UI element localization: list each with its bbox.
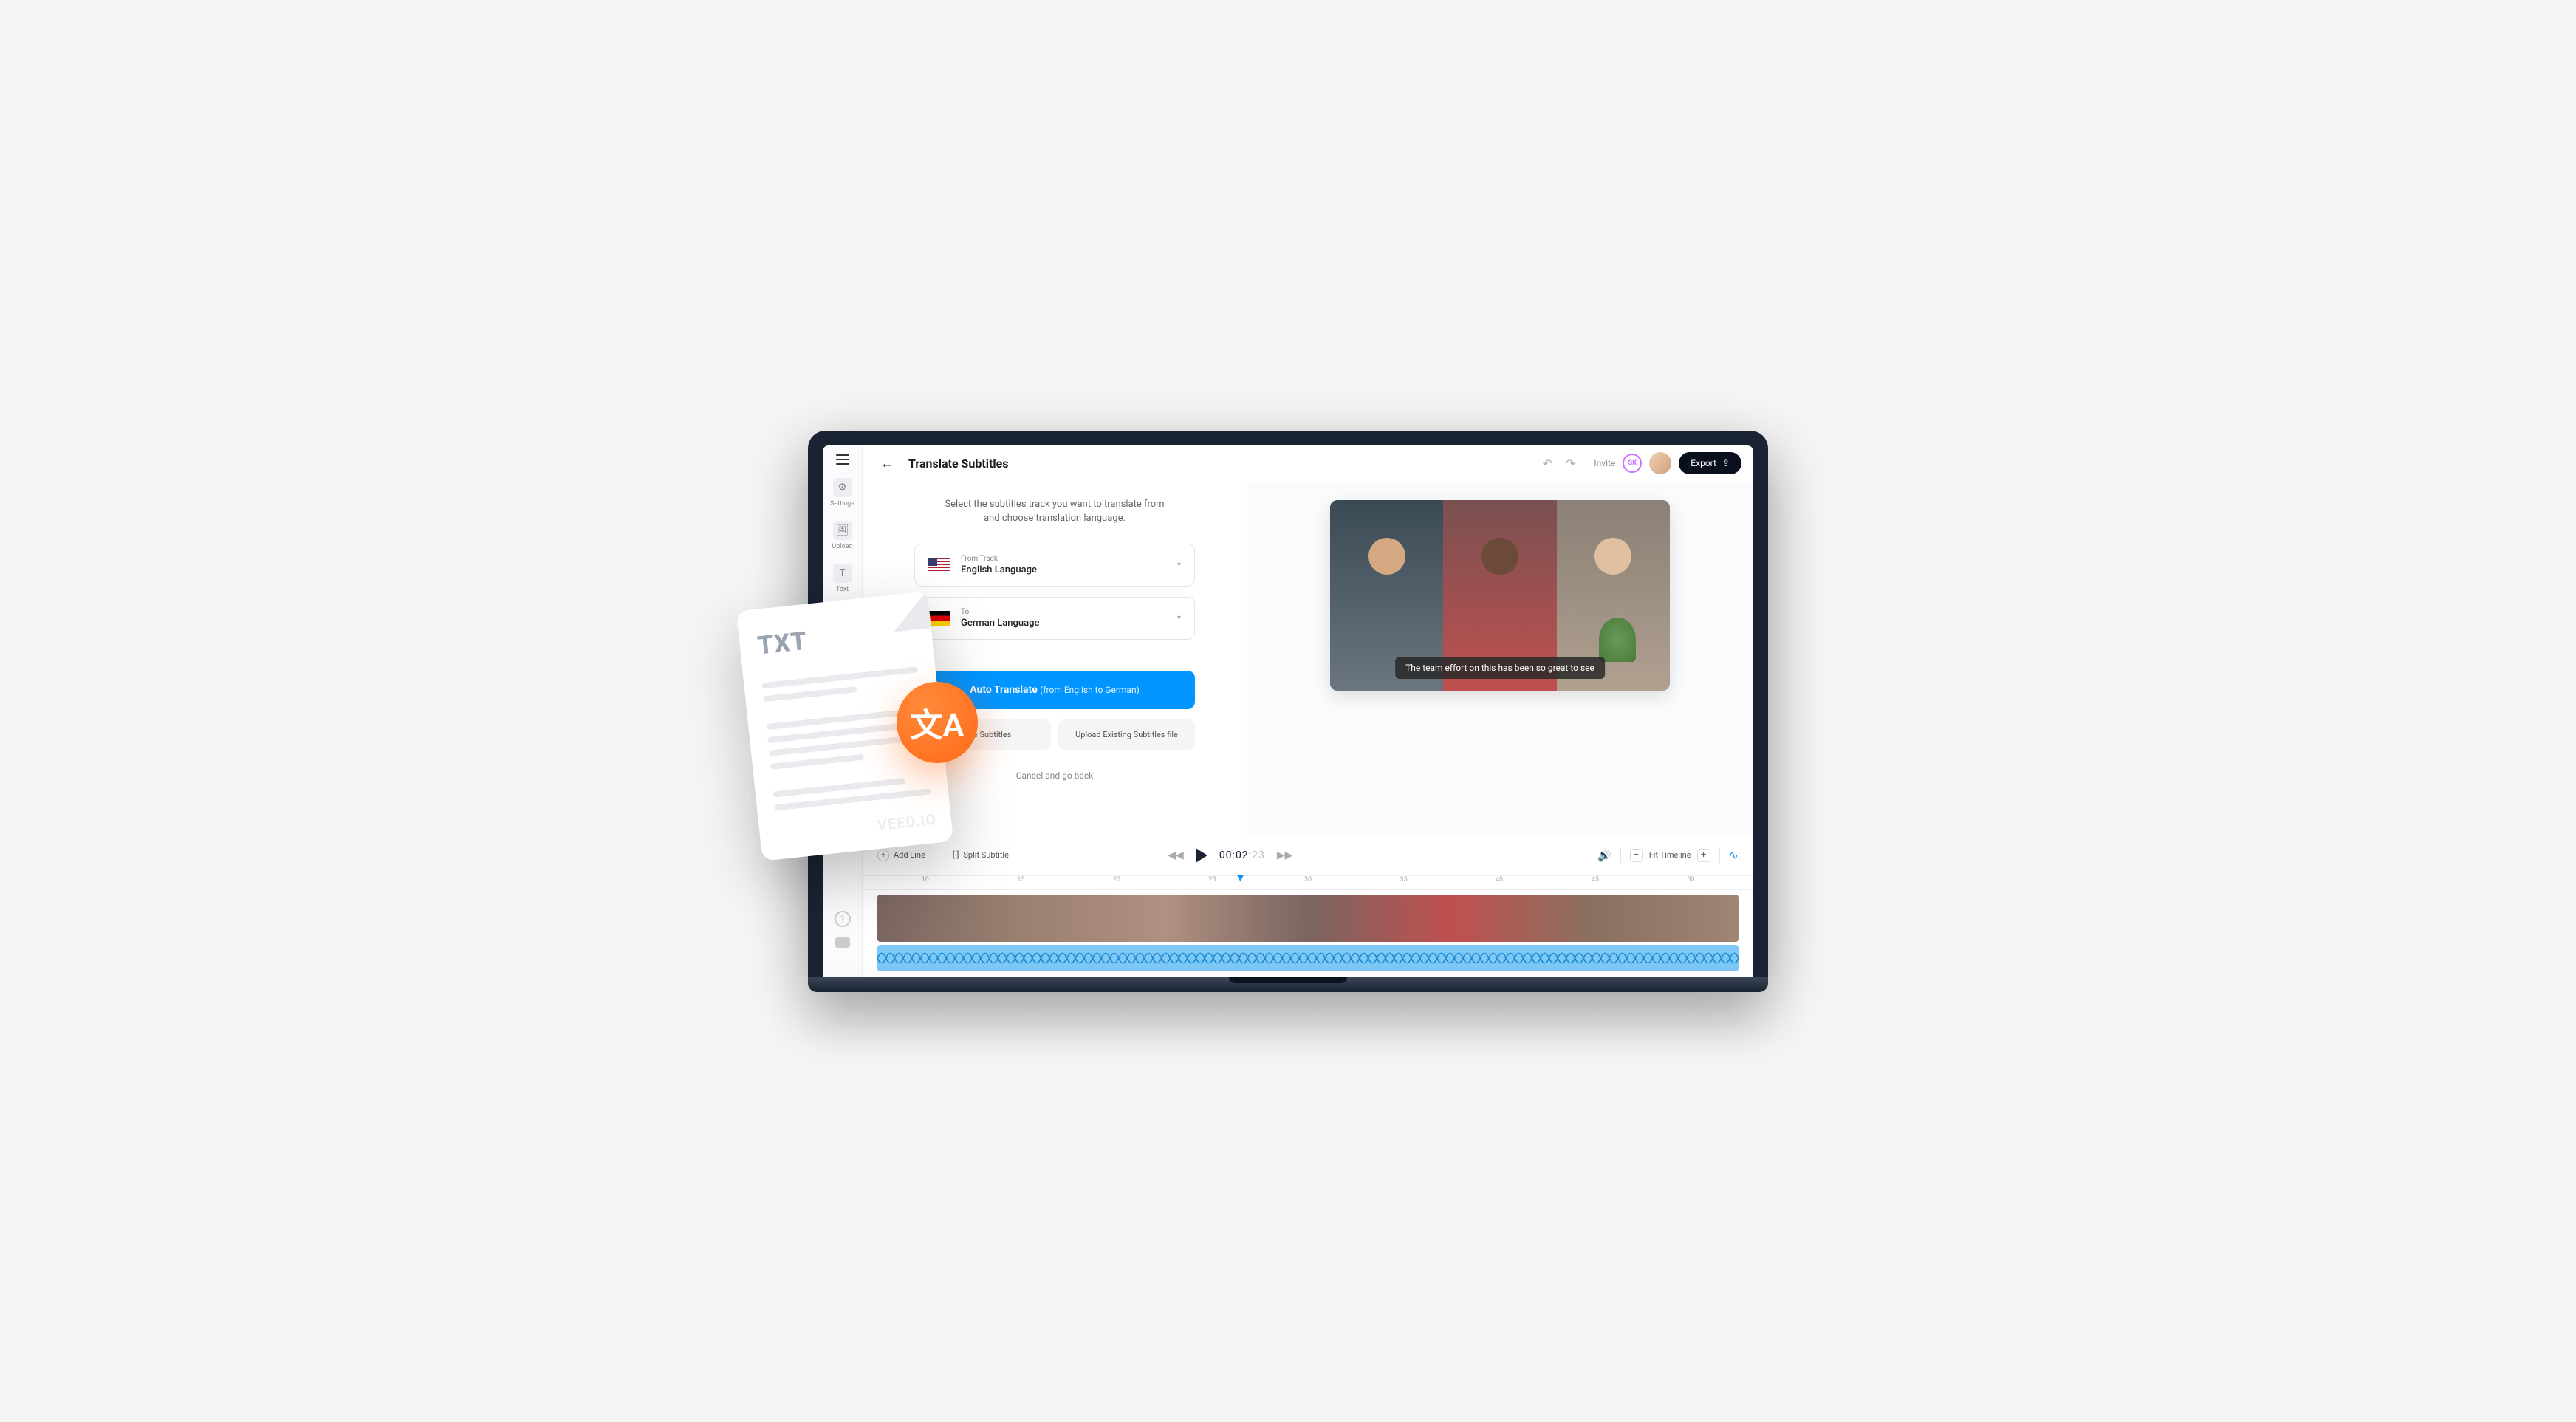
timeline-ruler[interactable]: 10 15 20 25 30 35 40 45 50: [863, 875, 1753, 890]
help-icon[interactable]: ?: [835, 911, 851, 927]
from-track-select[interactable]: From Track English Language ▾: [914, 544, 1195, 587]
tick: 10: [877, 876, 973, 889]
doc-label: TXT: [756, 615, 915, 660]
collaborator-avatar[interactable]: SK: [1623, 454, 1642, 473]
tick: 40: [1451, 876, 1547, 889]
menu-icon[interactable]: [836, 454, 849, 465]
tick: 30: [1260, 876, 1356, 889]
panel-subtitle: Select the subtitles track you want to t…: [944, 497, 1165, 526]
tick: 20: [1069, 876, 1165, 889]
divider: [1620, 848, 1621, 863]
video-caption: The team effort on this has been so grea…: [1395, 657, 1605, 679]
divider: [1719, 848, 1720, 863]
sidebar-item-upload[interactable]: 🖼 Upload: [832, 521, 852, 550]
to-label: To: [961, 608, 1039, 616]
image-icon: 🖼: [833, 521, 852, 540]
from-value: English Language: [961, 564, 1037, 575]
video-track[interactable]: [863, 890, 1753, 942]
from-label: From Track: [961, 555, 1037, 563]
chevron-down-icon: ▾: [1177, 614, 1181, 622]
translate-badge-icon: 文A: [897, 682, 978, 763]
undo-icon[interactable]: ↶: [1540, 454, 1555, 474]
watermark: VEED.IO: [877, 810, 937, 833]
user-avatar[interactable]: [1649, 452, 1671, 474]
split-icon: [ ]: [953, 850, 959, 860]
preview-panel: The team effort on this has been so grea…: [1247, 482, 1753, 835]
export-label: Export: [1690, 458, 1716, 468]
upload-icon: ⇪: [1722, 458, 1730, 468]
primary-label: Auto Translate: [970, 684, 1038, 696]
add-line-button[interactable]: + Add Line: [877, 850, 925, 861]
timeline: + Add Line [ ] Split Subtitle ◀◀: [863, 835, 1753, 977]
play-button[interactable]: [1196, 848, 1208, 863]
split-subtitle-button[interactable]: [ ] Split Subtitle: [953, 850, 1009, 860]
skip-forward-icon[interactable]: ▶▶: [1277, 850, 1293, 861]
plus-icon: +: [877, 850, 889, 861]
redo-icon[interactable]: ↷: [1563, 454, 1578, 474]
to-value: German Language: [961, 618, 1039, 629]
flag-de-icon: [928, 611, 950, 626]
text-icon: T: [833, 564, 852, 583]
video-preview[interactable]: The team effort on this has been so grea…: [1330, 500, 1670, 691]
waveform-toggle-icon[interactable]: ∿: [1729, 848, 1739, 862]
tick: 45: [1547, 876, 1643, 889]
sidebar-label: Upload: [832, 543, 852, 550]
volume-icon[interactable]: 🔊: [1597, 849, 1611, 862]
zoom-in-button[interactable]: +: [1697, 849, 1710, 862]
tick: 50: [1643, 876, 1739, 889]
cancel-link[interactable]: Cancel and go back: [1016, 770, 1094, 781]
flag-us-icon: [928, 558, 950, 572]
tick: 35: [1356, 876, 1452, 889]
sidebar-item-text[interactable]: T Text: [833, 564, 852, 593]
sidebar-label: Text: [836, 586, 849, 593]
export-button[interactable]: Export ⇪: [1679, 452, 1741, 474]
sidebar-label: Settings: [830, 500, 854, 507]
keyboard-icon[interactable]: [835, 937, 850, 948]
zoom-out-button[interactable]: −: [1630, 849, 1643, 862]
gear-icon: ⚙: [833, 478, 852, 497]
topbar: ← Translate Subtitles ↶ ↷ Invite SK Expo…: [863, 445, 1753, 482]
tick: 15: [973, 876, 1069, 889]
chevron-down-icon: ▾: [1177, 561, 1181, 569]
fit-label: Fit Timeline: [1649, 850, 1691, 860]
primary-sublabel: (from English to German): [1040, 685, 1139, 695]
add-line-label: Add Line: [894, 850, 925, 860]
sidebar-item-settings[interactable]: ⚙ Settings: [830, 478, 854, 507]
upload-subtitles-button[interactable]: Upload Existing Subtitles file: [1058, 719, 1195, 750]
tick: 25: [1165, 876, 1261, 889]
video-clip[interactable]: [877, 895, 1739, 942]
timecode: 00:02:23: [1219, 850, 1265, 861]
invite-link[interactable]: Invite: [1594, 458, 1615, 468]
back-arrow-icon[interactable]: ←: [874, 453, 900, 474]
page-title: Translate Subtitles: [908, 457, 1009, 471]
split-label: Split Subtitle: [963, 850, 1009, 860]
audio-track[interactable]: [877, 945, 1739, 971]
to-language-select[interactable]: To German Language ▾: [914, 597, 1195, 640]
skip-back-icon[interactable]: ◀◀: [1168, 850, 1184, 861]
